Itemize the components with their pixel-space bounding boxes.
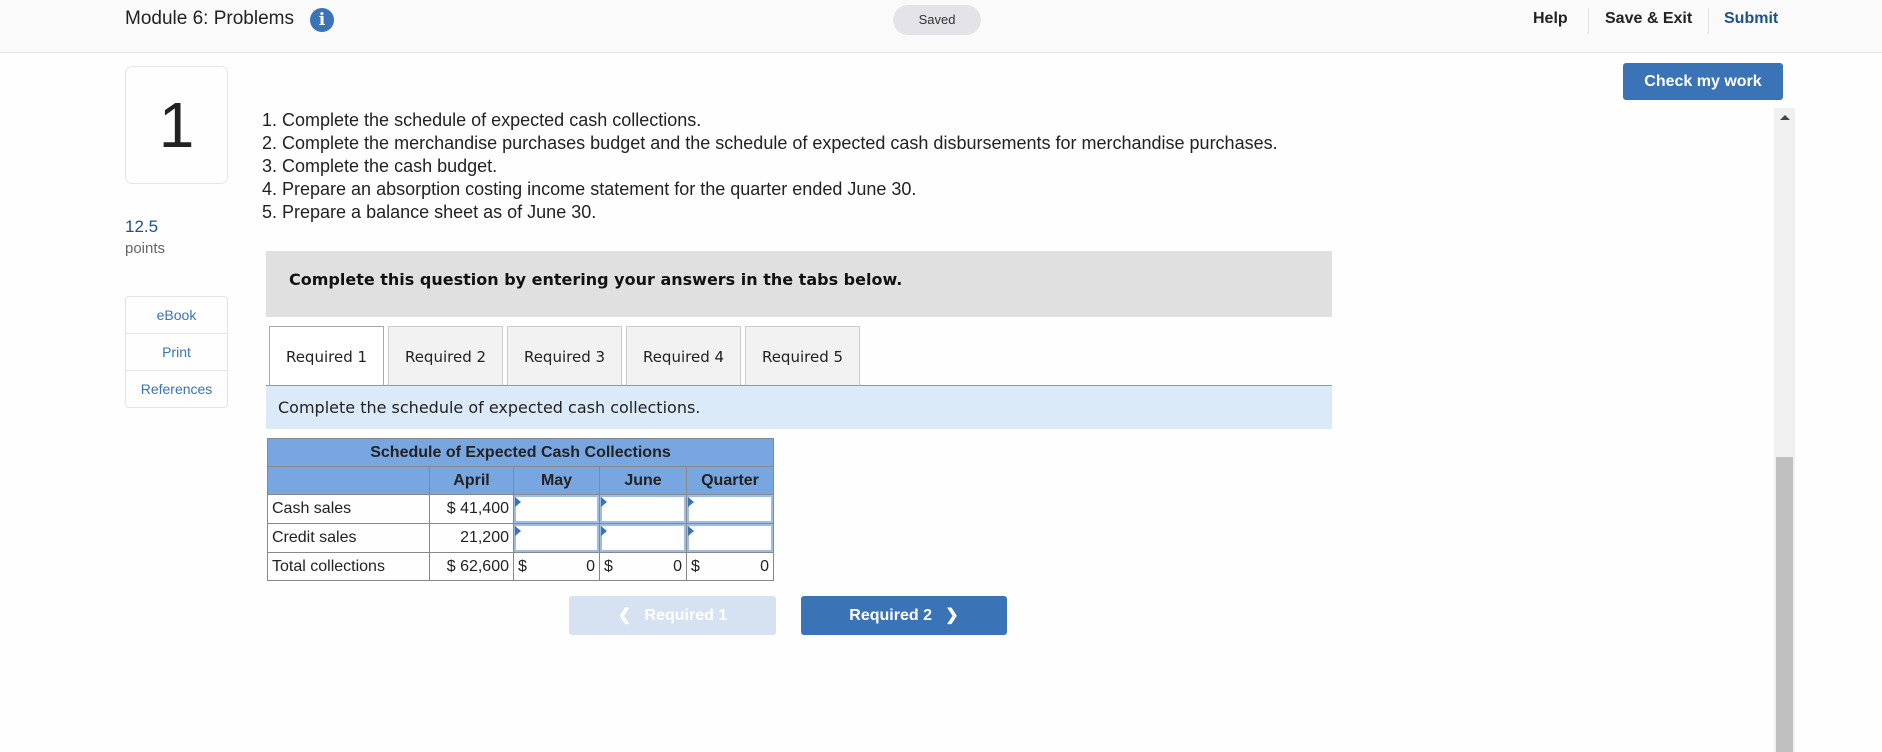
- next-required-button[interactable]: Required 2 ❯: [801, 596, 1007, 635]
- currency-symbol: $: [691, 557, 700, 575]
- credit-sales-quarter-input[interactable]: [687, 524, 773, 552]
- col-header-june: June: [599, 466, 687, 495]
- question-number: 1: [125, 66, 228, 184]
- april-total: $ 62,600: [429, 552, 514, 581]
- saved-status-badge: Saved: [893, 5, 981, 35]
- prompt-text: Complete the schedule of expected cash c…: [278, 398, 701, 417]
- tab-prompt: Complete the schedule of expected cash c…: [266, 386, 1332, 429]
- cash-sales-june-input[interactable]: [600, 495, 686, 523]
- instruction-item: 3. Complete the cash budget.: [262, 156, 498, 176]
- table-title: Schedule of Expected Cash Collections: [267, 438, 774, 467]
- april-value: $ 41,400: [429, 494, 514, 524]
- credit-sales-may-input[interactable]: [514, 524, 599, 552]
- instruction-banner: Complete this question by entering your …: [266, 251, 1332, 317]
- input-flag-icon: [601, 497, 607, 507]
- banner-text: Complete this question by entering your …: [289, 270, 903, 289]
- table-row: Cash sales $ 41,400: [267, 494, 774, 524]
- row-label: Credit sales: [267, 523, 430, 553]
- top-bar: Module 6: Problems i Saved Help Save & E…: [0, 0, 1882, 53]
- tab-required-3[interactable]: Required 3: [507, 326, 622, 385]
- currency-symbol: $: [604, 557, 613, 575]
- references-link[interactable]: References: [126, 371, 227, 407]
- chevron-left-icon: ❮: [617, 607, 645, 624]
- scroll-up-arrow-icon[interactable]: [1780, 115, 1790, 120]
- check-my-work-button[interactable]: Check my work: [1623, 63, 1783, 100]
- print-link[interactable]: Print: [126, 334, 227, 371]
- june-total: 0: [673, 557, 682, 575]
- help-link[interactable]: Help: [1533, 10, 1568, 28]
- table-row: Credit sales 21,200: [267, 523, 774, 553]
- points-value: 12.5: [125, 217, 159, 236]
- cash-sales-quarter-input[interactable]: [687, 495, 773, 523]
- april-value: 21,200: [429, 523, 514, 553]
- quarter-total: 0: [760, 557, 769, 575]
- module-title: Module 6: Problems: [125, 8, 294, 29]
- may-total: 0: [586, 557, 595, 575]
- input-flag-icon: [515, 497, 521, 507]
- col-header-april: April: [429, 466, 514, 495]
- nav-divider: [1708, 8, 1709, 34]
- input-flag-icon: [688, 526, 694, 536]
- resource-links: eBook Print References: [125, 296, 228, 408]
- tab-required-1[interactable]: Required 1: [269, 326, 384, 387]
- submit-link[interactable]: Submit: [1724, 10, 1778, 28]
- credit-sales-june-input[interactable]: [600, 524, 686, 552]
- currency-symbol: $: [518, 557, 527, 575]
- input-flag-icon: [515, 526, 521, 536]
- prev-label: Required 1: [644, 607, 728, 624]
- instructions-list: 1. Complete the schedule of expected cas…: [262, 109, 1278, 224]
- nav-divider: [1588, 8, 1589, 34]
- total-row: Total collections $ 62,600 $0 $0 $0: [267, 552, 774, 581]
- next-label: Required 2: [849, 607, 932, 624]
- row-label: Total collections: [267, 552, 430, 581]
- row-label: Cash sales: [267, 494, 430, 524]
- scrollbar-thumb[interactable]: [1776, 457, 1793, 752]
- instruction-item: 1. Complete the schedule of expected cas…: [262, 110, 702, 130]
- col-header-may: May: [513, 466, 600, 495]
- instruction-item: 4. Prepare an absorption costing income …: [262, 179, 917, 199]
- points-label: points: [125, 240, 166, 257]
- input-flag-icon: [688, 497, 694, 507]
- save-exit-link[interactable]: Save & Exit: [1605, 10, 1692, 28]
- chevron-right-icon: ❯: [931, 607, 959, 624]
- tab-required-4[interactable]: Required 4: [626, 326, 741, 385]
- cash-sales-may-input[interactable]: [514, 495, 599, 523]
- input-flag-icon: [601, 526, 607, 536]
- info-icon[interactable]: i: [310, 8, 334, 32]
- tab-required-2[interactable]: Required 2: [388, 326, 503, 385]
- instruction-item: 2. Complete the merchandise purchases bu…: [262, 133, 1278, 153]
- instruction-item: 5. Prepare a balance sheet as of June 30…: [262, 202, 597, 222]
- previous-required-button[interactable]: ❮ Required 1: [569, 596, 776, 635]
- ebook-link[interactable]: eBook: [126, 297, 227, 334]
- header-blank: [267, 466, 430, 495]
- col-header-quarter: Quarter: [686, 466, 774, 495]
- cash-collections-table: Schedule of Expected Cash Collections Ap…: [267, 438, 774, 581]
- tab-required-5[interactable]: Required 5: [745, 326, 860, 385]
- scrollbar[interactable]: [1774, 108, 1795, 752]
